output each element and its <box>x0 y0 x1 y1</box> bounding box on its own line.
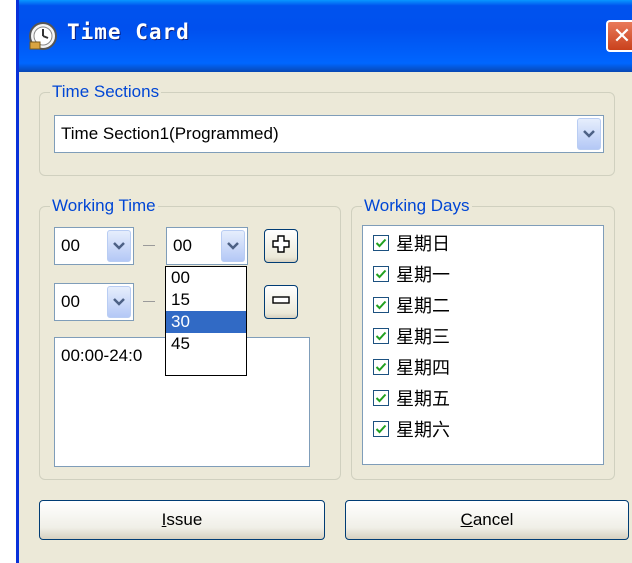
day-label: 星期四 <box>396 358 450 379</box>
app-clock-icon <box>27 20 59 52</box>
checkbox[interactable] <box>373 266 389 282</box>
checkbox[interactable] <box>373 359 389 375</box>
remove-time-button[interactable] <box>264 285 298 319</box>
time-sections-group: Time Sections Time Section1(Programmed) <box>39 82 615 176</box>
end-time-value-1: 00 <box>173 236 192 255</box>
checkbox[interactable] <box>373 421 389 437</box>
cancel-button[interactable]: Cancel <box>345 500 629 540</box>
cancel-mnemonic: C <box>460 510 473 529</box>
day-item-sunday[interactable]: 星期日 <box>373 228 450 258</box>
day-label: 星期一 <box>396 265 450 286</box>
checkmark-icon <box>375 331 387 341</box>
start-time-select-1[interactable]: 00 <box>54 227 134 265</box>
working-days-group: Working Days 星期日 星期一 星期二 星期三 星期四 星期五 星期六 <box>351 196 615 480</box>
window-title: Time Card <box>67 20 190 44</box>
close-button[interactable]: ✕ <box>606 20 632 52</box>
checkmark-icon <box>375 362 387 372</box>
chevron-down-icon[interactable] <box>107 230 131 262</box>
time-sections-label: Time Sections <box>50 82 162 102</box>
working-days-label: Working Days <box>362 196 472 216</box>
title-bar[interactable]: Time Card ✕ <box>19 0 632 72</box>
start-time-select-2[interactable]: 00 <box>54 283 134 321</box>
issue-label-rest: ssue <box>166 510 203 529</box>
issue-button[interactable]: Issue <box>39 500 325 540</box>
time-section-select[interactable]: Time Section1(Programmed) <box>54 115 604 153</box>
dropdown-option-highlighted[interactable]: 30 <box>166 311 246 333</box>
checkbox[interactable] <box>373 297 389 313</box>
working-days-list: 星期日 星期一 星期二 星期三 星期四 星期五 星期六 <box>362 225 604 465</box>
day-item-tuesday[interactable]: 星期二 <box>373 290 450 320</box>
end-time-select-1[interactable]: 00 <box>166 227 248 265</box>
minus-icon <box>272 291 290 313</box>
day-label: 星期日 <box>396 234 450 255</box>
time-section-value: Time Section1(Programmed) <box>61 124 279 143</box>
chevron-down-icon[interactable] <box>577 118 601 150</box>
checkbox[interactable] <box>373 235 389 251</box>
day-label: 星期三 <box>396 327 450 348</box>
time-card-window: Time Card ✕ Time Sections Time Section1(… <box>16 0 632 563</box>
day-item-wednesday[interactable]: 星期三 <box>373 321 450 351</box>
dropdown-option[interactable]: 45 <box>166 333 246 355</box>
day-item-thursday[interactable]: 星期四 <box>373 352 450 382</box>
day-item-monday[interactable]: 星期一 <box>373 259 450 289</box>
working-time-label: Working Time <box>50 196 158 216</box>
cancel-label-rest: ancel <box>472 510 514 529</box>
range-separator <box>143 301 155 302</box>
close-icon: ✕ <box>612 23 632 49</box>
day-label: 星期二 <box>396 296 450 317</box>
checkmark-icon <box>375 238 387 248</box>
day-item-friday[interactable]: 星期五 <box>373 383 450 413</box>
start-time-value-1: 00 <box>61 236 80 255</box>
day-label: 星期六 <box>396 420 450 441</box>
dropdown-option[interactable]: 15 <box>166 289 246 311</box>
day-label: 星期五 <box>396 389 450 410</box>
dropdown-option[interactable]: 00 <box>166 267 246 289</box>
plus-icon <box>272 235 290 257</box>
checkbox[interactable] <box>373 328 389 344</box>
checkmark-icon <box>375 424 387 434</box>
range-separator <box>143 245 155 246</box>
checkbox[interactable] <box>373 390 389 406</box>
checkmark-icon <box>375 393 387 403</box>
chevron-down-icon[interactable] <box>221 230 245 262</box>
checkmark-icon <box>375 269 387 279</box>
day-item-saturday[interactable]: 星期六 <box>373 414 450 444</box>
checkmark-icon <box>375 300 387 310</box>
start-time-value-2: 00 <box>61 292 80 311</box>
end-time-dropdown-list[interactable]: 00 15 30 45 <box>165 266 247 376</box>
add-time-button[interactable] <box>264 229 298 263</box>
chevron-down-icon[interactable] <box>107 286 131 318</box>
